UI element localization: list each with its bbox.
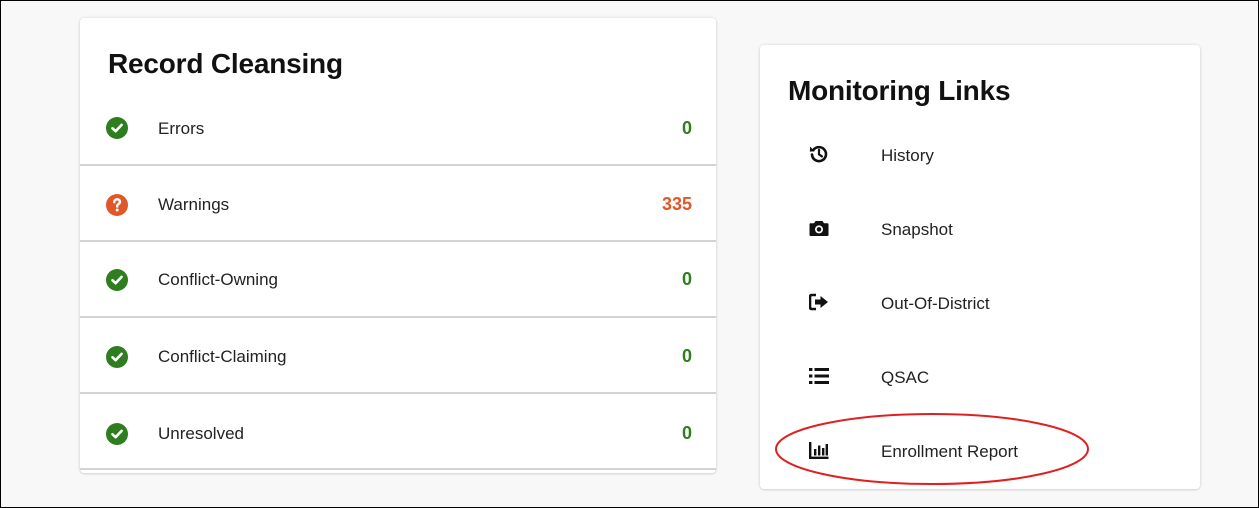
record-cleansing-title: Record Cleansing: [108, 48, 343, 79]
check-circle-icon: [106, 117, 128, 139]
row-errors[interactable]: Errors 0: [80, 90, 716, 166]
row-conflict-owning[interactable]: Conflict-Owning 0: [80, 242, 716, 318]
sign-out-icon: [808, 291, 830, 313]
question-circle-icon: [106, 194, 128, 216]
link-label: QSAC: [881, 368, 930, 387]
camera-icon: [808, 217, 830, 239]
history-icon: [808, 143, 830, 165]
row-label: Conflict-Claiming: [158, 347, 287, 366]
row-label: Unresolved: [158, 424, 244, 443]
link-label: Snapshot: [881, 220, 953, 239]
check-circle-icon: [106, 346, 128, 368]
row-label: Errors: [158, 119, 205, 138]
link-label: Out-Of-District: [881, 294, 990, 313]
row-conflict-claiming[interactable]: Conflict-Claiming 0: [80, 318, 716, 394]
check-circle-icon: [106, 269, 128, 291]
row-label: Conflict-Owning: [158, 270, 278, 289]
link-label: History: [881, 146, 934, 165]
list-icon: [808, 365, 830, 387]
link-label: Enrollment Report: [881, 442, 1019, 461]
row-count: 0: [681, 346, 692, 366]
link-history[interactable]: History: [760, 137, 1200, 177]
row-count: 0: [681, 118, 692, 138]
link-qsac[interactable]: QSAC: [760, 359, 1200, 399]
record-cleansing-card: Record Cleansing Errors 0 Warnings 335 C…: [80, 18, 716, 473]
row-count: 0: [681, 269, 692, 289]
check-circle-icon: [106, 423, 128, 445]
link-enrollment-report[interactable]: Enrollment Report: [760, 433, 1200, 473]
bar-chart-icon: [808, 439, 830, 461]
row-count: 335: [661, 194, 692, 214]
row-unresolved[interactable]: Unresolved 0: [80, 394, 716, 470]
row-count: 0: [681, 423, 692, 443]
row-label: Warnings: [158, 195, 230, 214]
row-warnings[interactable]: Warnings 335: [80, 166, 716, 242]
link-out-of-district[interactable]: Out-Of-District: [760, 285, 1200, 325]
link-snapshot[interactable]: Snapshot: [760, 211, 1200, 251]
monitoring-links-card: Monitoring Links History Snapshot Out-Of…: [760, 45, 1200, 489]
monitoring-links-title: Monitoring Links: [788, 75, 1011, 106]
